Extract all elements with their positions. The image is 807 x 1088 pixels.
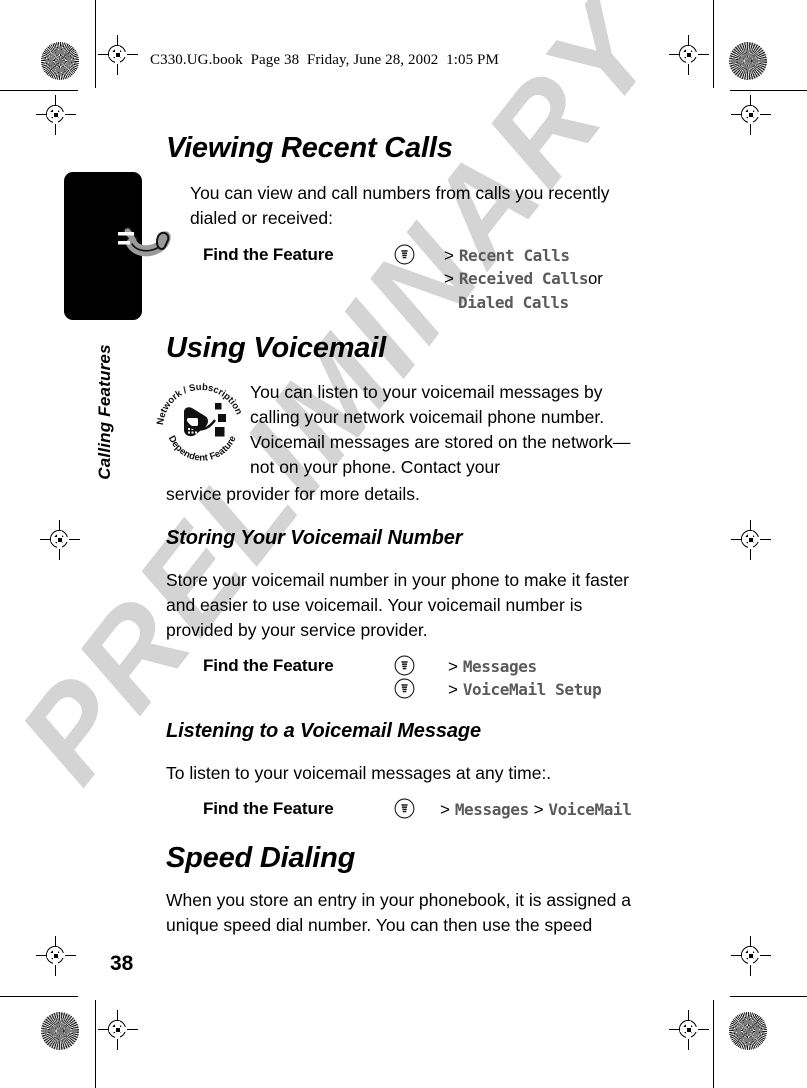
find-the-feature-label-1: Find the Feature	[203, 245, 334, 264]
path-or-word: or	[588, 270, 603, 288]
paragraph-listening-to-voicemail: To listen to your voicemail messages at …	[166, 763, 552, 783]
heading-storing-voicemail-number: Storing Your Voicemail Number	[166, 527, 463, 549]
heading-viewing-recent-calls: Viewing Recent Calls	[166, 132, 453, 164]
crop-line-top-left-horizontal	[0, 90, 78, 91]
heading-using-voicemail: Using Voicemail	[166, 332, 386, 364]
registration-mark-bottom-left	[98, 1010, 138, 1050]
color-rosette-bottom-left	[41, 1012, 79, 1050]
registration-mark-right-upper	[731, 95, 771, 135]
crop-line-bottom-right-horizontal	[730, 996, 807, 997]
menu-item-voicemail[interactable]: VoiceMail	[548, 800, 632, 819]
chapter-tab-label-wrap: Calling Features	[95, 332, 115, 492]
crop-line-bottom-left-vertical	[95, 1000, 96, 1088]
menu-icon[interactable]	[394, 655, 415, 676]
registration-mark-right-middle	[731, 520, 771, 560]
telephone-handset-icon	[90, 212, 180, 270]
crop-line-right-vertical	[713, 0, 714, 88]
registration-mark-left-middle	[40, 520, 80, 560]
paragraph-viewing-recent-calls: You can view and call numbers from calls…	[190, 183, 610, 228]
find-the-feature-path-3: > Messages > VoiceMail	[440, 798, 632, 821]
path-chevron: >	[440, 800, 450, 819]
menu-path-line: Dialed Calls	[444, 291, 603, 314]
menu-item-messages[interactable]: Messages	[463, 657, 537, 676]
crop-line-left-vertical	[95, 0, 96, 88]
menu-item-received-calls[interactable]: Received Calls	[459, 269, 589, 288]
crop-line-bottom-left-horizontal	[0, 996, 78, 997]
registration-mark-left-lower	[36, 936, 76, 976]
menu-icon[interactable]	[394, 798, 415, 819]
path-chevron: >	[444, 269, 454, 288]
heading-speed-dialing: Speed Dialing	[166, 842, 356, 874]
registration-mark-left-upper	[36, 95, 76, 135]
document-page: C330.UG.book Page 38 Friday, June 28, 20…	[0, 0, 807, 1088]
find-the-feature-path-1: > Recent Calls > Received Callsor Dialed…	[444, 244, 603, 314]
paragraph-speed-dialing: When you store an entry in your phoneboo…	[166, 890, 631, 935]
color-rosette-top-left	[41, 42, 79, 80]
menu-path-line: > Received Callsor	[444, 267, 603, 291]
registration-mark-top-right	[669, 35, 709, 75]
paragraph-using-voicemail-continued: service provider for more details.	[166, 484, 420, 504]
color-rosette-top-right	[729, 42, 767, 80]
menu-item-messages[interactable]: Messages	[455, 800, 529, 819]
menu-icon[interactable]	[394, 678, 415, 699]
menu-path-line: > Messages > VoiceMail	[440, 798, 632, 821]
paragraph-storing-voicemail-number: Store your voicemail number in your phon…	[166, 570, 629, 640]
heading-listening-to-voicemail: Listening to a Voicemail Message	[166, 720, 482, 742]
svg-text:Dependent Feature: Dependent Feature	[166, 434, 239, 464]
network-dependent-phone-icon: Network / Subscription Dependent Feature	[155, 378, 247, 470]
path-chevron: >	[448, 657, 458, 676]
menu-icon[interactable]	[394, 244, 415, 265]
crop-line-bottom-right-vertical	[713, 1000, 714, 1088]
menu-path-line: > Recent Calls	[444, 244, 603, 267]
menu-item-voicemail-setup[interactable]: VoiceMail Setup	[463, 680, 602, 699]
path-chevron: >	[448, 680, 458, 699]
running-header: C330.UG.book Page 38 Friday, June 28, 20…	[150, 52, 499, 68]
find-the-feature-label-3: Find the Feature	[203, 799, 334, 818]
path-chevron: >	[444, 246, 454, 265]
color-rosette-bottom-right	[729, 1012, 767, 1050]
menu-path-line: > Messages	[448, 655, 601, 678]
menu-path-line: > VoiceMail Setup	[448, 678, 602, 701]
chapter-tab-label: Calling Features	[95, 344, 114, 480]
registration-mark-bottom-right	[669, 1010, 709, 1050]
find-the-feature-label-2: Find the Feature	[203, 656, 334, 675]
crop-line-top-right-horizontal	[730, 90, 807, 91]
registration-mark-top-left	[98, 35, 138, 75]
menu-item-recent-calls[interactable]: Recent Calls	[459, 246, 570, 265]
menu-item-dialed-calls[interactable]: Dialed Calls	[458, 293, 569, 312]
path-chevron: >	[533, 800, 544, 819]
page-number: 38	[110, 952, 134, 975]
registration-mark-right-lower	[731, 936, 771, 976]
paragraph-using-voicemail-indented: You can listen to your voicemail message…	[250, 382, 631, 477]
find-the-feature-path-2: > Messages > VoiceMail Setup	[448, 655, 602, 701]
